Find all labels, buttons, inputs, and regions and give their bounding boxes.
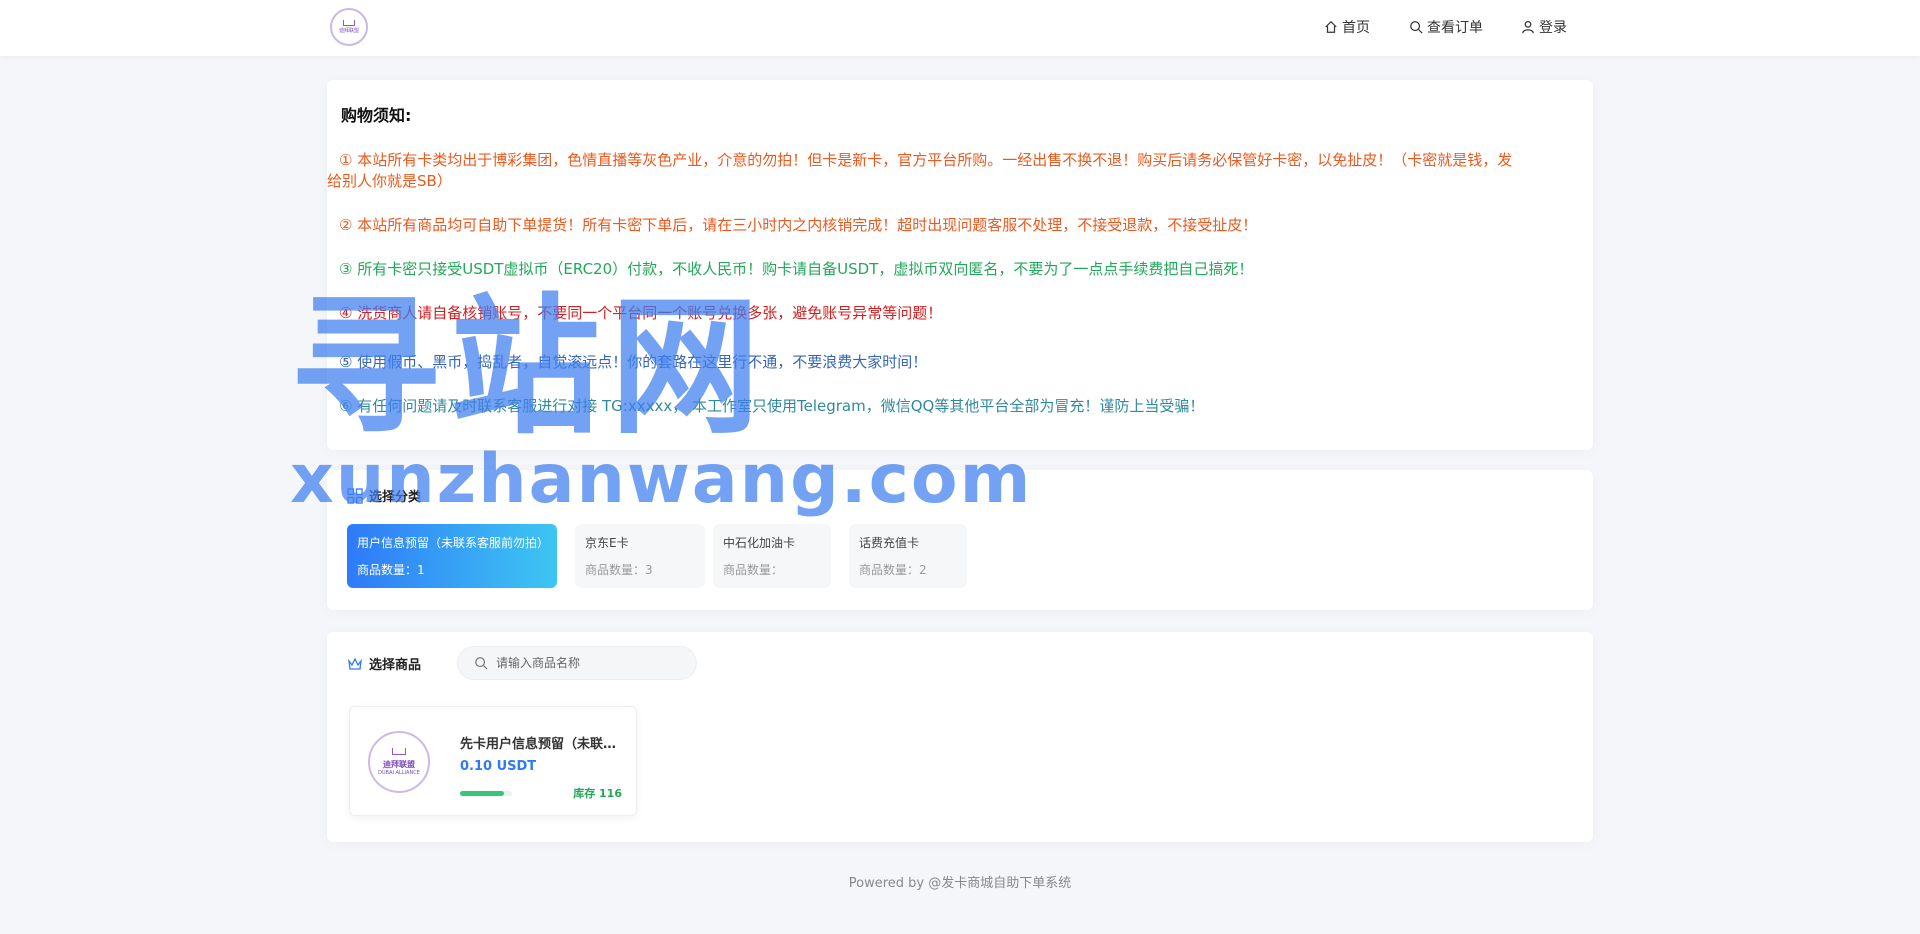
notice-item-1-line1: ① 本站所有卡类均出于博彩集团，色情直播等灰色产业，介意的勿拍！但卡是新卡，官方… [339, 151, 1513, 169]
search-icon [1410, 21, 1423, 34]
home-icon [1325, 20, 1337, 33]
product-name: 先卡用户信息预留（未联系客服前勿拍） [460, 737, 620, 752]
category-panel: 选择分类 用户信息预留（未联系客服前勿拍） 商品数量：1 京东E卡 商品数量：3… [327, 470, 1593, 610]
crown-icon [392, 748, 406, 755]
product-image: 迪拜联盟 DUBAI ALLIANCE [368, 731, 430, 793]
category-count: 商品数量：2 [859, 563, 927, 577]
notice-item-1-cont: 给别人你就是SB） [327, 171, 452, 192]
notice-item-6: ⑥ 有任何问题请及时联系客服进行对接 TG:xxxxx， 本工作室只使用Tele… [339, 397, 1205, 415]
nav-orders[interactable]: 查看订单 [1409, 17, 1483, 37]
category-card-jd[interactable]: 京东E卡 商品数量：3 [575, 524, 705, 588]
category-card-user-info[interactable]: 用户信息预留（未联系客服前勿拍） 商品数量：1 [347, 524, 557, 588]
product-card[interactable]: 迪拜联盟 DUBAI ALLIANCE 先卡用户信息预留（未联系客服前勿拍） 0… [349, 706, 637, 816]
grid-icon [347, 487, 363, 504]
stock-bar [460, 791, 512, 796]
category-card-phone[interactable]: 话费充值卡 商品数量：2 [849, 524, 967, 588]
product-image-subtext: DUBAI ALLIANCE [378, 770, 420, 776]
notice-item-2: ② 本站所有商品均可自助下单提货！所有卡密下单后，请在三小时内之内核销完成！超时… [339, 216, 1258, 234]
category-count: 商品数量：3 [585, 563, 653, 577]
category-name: 京东E卡 [585, 536, 629, 550]
product-image-text: 迪拜联盟 [383, 760, 415, 769]
notice-title: 购物须知: [341, 106, 412, 125]
footer-powered-by: Powered by @发卡商城自助下单系统 [848, 876, 1072, 891]
category-name: 话费充值卡 [859, 536, 920, 550]
product-stock: 库存 116 [573, 787, 622, 800]
goods-title-label: 选择商品 [369, 658, 422, 673]
site-logo[interactable]: 迪拜联盟 [330, 8, 368, 46]
crown-icon [348, 657, 362, 670]
top-header: 迪拜联盟 首页 查看订单 登录 [0, 0, 1920, 56]
notice-item-4: ④ 洗货商人请自备核销账号，不要同一个平台同一个账号兑换多张，避免账号异常等问题… [339, 304, 943, 322]
nav-home-label: 首页 [1342, 20, 1370, 36]
category-count: 商品数量： [723, 563, 784, 577]
notice-item-1-line2: 给别人你就是SB） [327, 172, 452, 190]
category-title: 选择分类 [347, 486, 421, 505]
stock-bar-fill [460, 791, 505, 796]
search-icon [475, 657, 488, 670]
notice-item-5: ⑤ 使用假币、黑币，捣乱者，自觉滚远点！你的套路在这里行不通，不要浪费大家时间！ [339, 353, 928, 371]
nav-login[interactable]: 登录 [1521, 17, 1567, 37]
crown-icon [343, 20, 355, 26]
product-price: 0.10 USDT [460, 759, 537, 774]
category-count: 商品数量：1 [357, 563, 425, 577]
nav-home[interactable]: 首页 [1324, 17, 1370, 37]
shopping-notice-panel: 购物须知: ① 本站所有卡类均出于博彩集团，色情直播等灰色产业，介意的勿拍！但卡… [327, 80, 1593, 450]
category-name: 用户信息预留（未联系客服前勿拍） [357, 536, 547, 550]
category-card-sinopec[interactable]: 中石化加油卡 商品数量： [713, 524, 831, 588]
category-title-label: 选择分类 [369, 490, 422, 505]
goods-title: 选择商品 [347, 654, 421, 673]
product-search-input[interactable] [496, 656, 676, 670]
category-name: 中石化加油卡 [723, 536, 796, 550]
nav-orders-label: 查看订单 [1427, 20, 1483, 36]
product-search[interactable] [457, 646, 697, 680]
logo-text: 迪拜联盟 [338, 28, 359, 34]
goods-panel: 选择商品 迪拜联盟 DUBAI ALLIANCE 先卡用户信息预留（未联系客服前… [327, 632, 1593, 842]
notice-item-3: ③ 所有卡密只接受USDT虚拟币（ERC20）付款，不收人民币！购卡请自备USD… [339, 260, 1254, 278]
nav-login-label: 登录 [1539, 20, 1567, 36]
notice-item-1: ① 本站所有卡类均出于博彩集团，色情直播等灰色产业，介意的勿拍！但卡是新卡，官方… [339, 150, 1593, 171]
user-icon [1522, 20, 1534, 34]
